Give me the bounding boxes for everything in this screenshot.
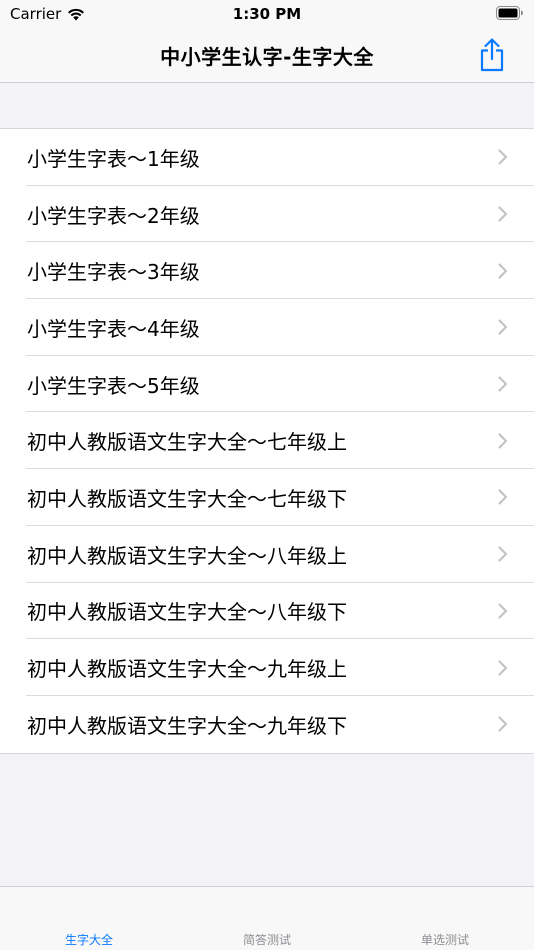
battery-icon	[496, 6, 524, 24]
list-item[interactable]: 初中人教版语文生字大全～七年级下	[0, 469, 534, 526]
share-icon	[480, 38, 504, 72]
list-item[interactable]: 小学生字表～5年级	[0, 356, 534, 413]
chevron-right-icon	[498, 659, 508, 676]
page-title: 中小学生认字-生字大全	[160, 45, 374, 69]
app-screen: Carrier 1:30 PM 中小学生认字-生字大全 小学生字表～1年级 小学…	[0, 0, 534, 950]
chevron-right-icon	[498, 433, 508, 449]
chevron-right-icon	[498, 716, 508, 732]
grade-list: 小学生字表～1年级 小学生字表～2年级 小学生字表～3年级 小学生字表～4年级 小学生字…	[0, 128, 534, 754]
list-item-label: 初中人教版语文生字大全～七年级下	[27, 486, 347, 511]
chevron-right-icon	[498, 263, 508, 279]
tab-bar: 生字大全 简答测试 单选测试	[0, 886, 534, 950]
list-item[interactable]: 初中人教版语文生字大全～九年级上	[0, 639, 534, 696]
list-item-label: 初中人教版语文生字大全～八年级上	[27, 543, 347, 568]
navigation-bar: 中小学生认字-生字大全	[0, 28, 534, 83]
list-item-label: 小学生字表～3年级	[27, 260, 200, 285]
list-item[interactable]: 小学生字表～1年级	[0, 129, 534, 186]
status-time: 1:30 PM	[232, 5, 302, 23]
list-item-label: 小学生字表～4年级	[27, 316, 200, 341]
tab-single-choice-test[interactable]: 单选测试	[356, 931, 534, 948]
list-item-label: 小学生字表～2年级	[27, 203, 200, 228]
chevron-right-icon	[498, 489, 508, 506]
tab-character-list[interactable]: 生字大全	[0, 931, 178, 948]
chevron-right-icon	[498, 546, 508, 562]
share-button[interactable]	[476, 36, 508, 74]
list-item-label: 小学生字表～1年级	[27, 146, 200, 171]
status-bar: Carrier 1:30 PM	[0, 0, 534, 28]
list-item-label: 初中人教版语文生字大全～九年级上	[27, 657, 347, 682]
list-item[interactable]: 初中人教版语文生字大全～九年级下	[0, 696, 534, 753]
list-item[interactable]: 初中人教版语文生字大全～八年级上	[0, 526, 534, 583]
chevron-right-icon	[498, 149, 508, 165]
list-item[interactable]: 小学生字表～3年级	[0, 242, 534, 299]
list-item-label: 初中人教版语文生字大全～八年级下	[27, 600, 347, 625]
chevron-right-icon	[498, 319, 508, 336]
list-item[interactable]: 小学生字表～4年级	[0, 299, 534, 356]
list-item[interactable]: 初中人教版语文生字大全～七年级上	[0, 412, 534, 469]
list-item[interactable]: 初中人教版语文生字大全～八年级下	[0, 583, 534, 640]
chevron-right-icon	[498, 206, 508, 222]
list-item-label: 初中人教版语文生字大全～七年级上	[27, 430, 347, 455]
list-item-label: 小学生字表～5年级	[27, 373, 200, 398]
tab-short-answer-test[interactable]: 简答测试	[178, 931, 356, 948]
chevron-right-icon	[498, 603, 508, 619]
chevron-right-icon	[498, 376, 508, 392]
list-item[interactable]: 小学生字表～2年级	[0, 186, 534, 243]
list-item-label: 初中人教版语文生字大全～九年级下	[27, 713, 347, 738]
